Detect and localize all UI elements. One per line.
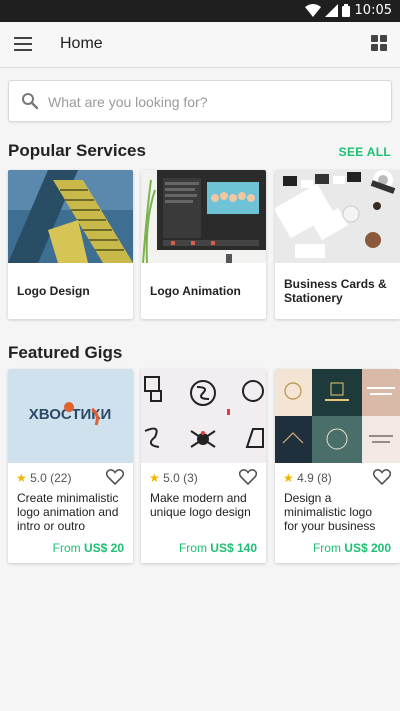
service-label: Logo Design	[17, 284, 90, 298]
status-bar: 10:05	[0, 0, 400, 22]
heart-icon[interactable]	[106, 469, 124, 485]
service-label: Logo Animation	[150, 284, 241, 298]
search-input[interactable]: What are you looking for?	[48, 94, 208, 110]
star-icon: ★	[16, 471, 27, 485]
service-card-logo-animation[interactable]: Logo Animation	[141, 170, 266, 319]
gig-price: From US$ 140	[179, 541, 257, 555]
rating-score: 4.9	[297, 471, 314, 485]
search-bar[interactable]: What are you looking for?	[8, 80, 392, 122]
price-amount: US$ 200	[344, 541, 391, 555]
search-icon	[22, 93, 39, 110]
price-amount: US$ 20	[83, 541, 124, 555]
price-prefix: From	[178, 541, 207, 555]
gig-price: From US$ 20	[53, 541, 124, 555]
grid-view-icon[interactable]	[371, 35, 387, 51]
service-image-logo-animation	[141, 170, 266, 263]
see-all-link[interactable]: SEE ALL	[339, 145, 391, 159]
price-prefix: From	[312, 541, 341, 555]
review-count: (22)	[50, 471, 72, 485]
price-prefix: From	[52, 541, 81, 555]
gig-card[interactable]: ★ 5.0 (3) Make modern and unique logo de…	[141, 369, 266, 563]
star-icon: ★	[283, 471, 294, 485]
gig-rating: ★ 4.9 (8)	[283, 471, 332, 485]
review-count: (8)	[317, 471, 332, 485]
featured-gigs-title: Featured Gigs	[8, 343, 123, 362]
gig-card[interactable]: ★ 4.9 (8) Design a minimalistic logo for…	[275, 369, 400, 563]
status-icons	[305, 4, 350, 17]
service-card-business-cards[interactable]: Business Cards & Stationery	[275, 170, 400, 319]
gig-card[interactable]: ХВОСТИКИ ★ 5.0 (22) Create minimalistic …	[8, 369, 133, 563]
service-card-logo-design[interactable]: Logo Design	[8, 170, 133, 319]
star-icon: ★	[149, 471, 160, 485]
wifi-icon	[305, 4, 321, 17]
gig-image	[141, 369, 266, 463]
price-amount: US$ 140	[210, 541, 257, 555]
signal-icon	[325, 4, 338, 17]
rating-score: 5.0	[30, 471, 47, 485]
service-label: Business Cards & Stationery	[284, 277, 387, 305]
gig-image	[275, 369, 400, 463]
rating-score: 5.0	[163, 471, 180, 485]
gig-price: From US$ 200	[313, 541, 391, 555]
gig-image: ХВОСТИКИ	[8, 369, 133, 463]
menu-icon[interactable]	[14, 37, 32, 51]
battery-icon	[342, 4, 350, 17]
page-title: Home	[60, 35, 103, 52]
heart-icon[interactable]	[239, 469, 257, 485]
heart-icon[interactable]	[373, 469, 391, 485]
status-time: 10:05	[354, 3, 392, 18]
app-bar: Home	[0, 22, 400, 68]
service-image-logo-design	[8, 170, 133, 263]
gig-description: Make modern and unique logo design	[150, 491, 251, 519]
gig-rating: ★ 5.0 (3)	[149, 471, 198, 485]
gig-description: Design a minimalistic logo for your busi…	[284, 491, 376, 533]
popular-services-title: Popular Services	[8, 141, 146, 160]
gig-rating: ★ 5.0 (22)	[16, 471, 71, 485]
gig-description: Create minimalistic logo animation and i…	[17, 491, 119, 533]
review-count: (3)	[183, 471, 198, 485]
service-image-business-cards	[275, 170, 400, 263]
